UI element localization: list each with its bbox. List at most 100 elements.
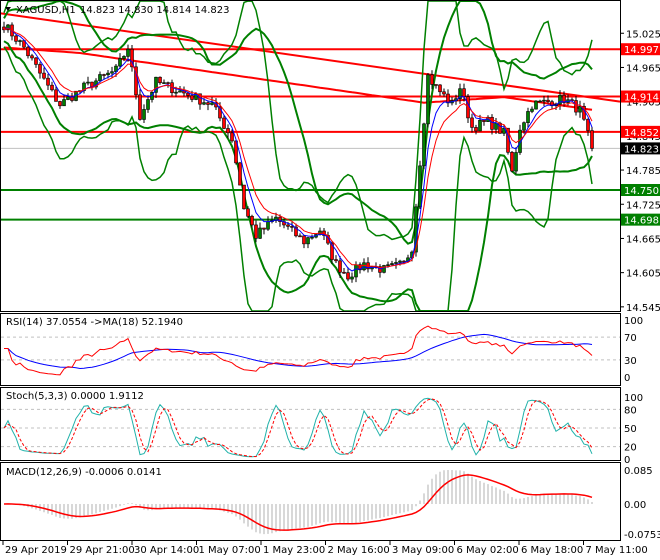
candle-body [338, 260, 342, 273]
candle-body [26, 46, 30, 57]
stoch-tick-label: 50 [624, 424, 637, 435]
candle-body [394, 262, 398, 264]
candle-body [230, 132, 234, 142]
candle-body [434, 84, 438, 86]
candle-body [206, 102, 210, 105]
candle-body [38, 64, 42, 74]
candle-body [242, 184, 246, 210]
candle-body [350, 276, 354, 280]
candle-body [30, 55, 34, 59]
time-tick-label: 1 May 07:00 [199, 545, 261, 556]
candle-body [18, 40, 22, 42]
candle-body [342, 271, 346, 274]
rsi-tick-label: 0 [624, 373, 630, 384]
candle-body [590, 130, 594, 149]
candle-body [542, 99, 546, 102]
candle-body [290, 226, 294, 228]
candle-body [138, 94, 142, 120]
candle-body [166, 82, 170, 84]
candle-body [446, 93, 450, 104]
stoch-tick-label: 0 [624, 455, 630, 466]
candle-body [538, 100, 542, 103]
candle-body [50, 84, 54, 91]
time-tick-label: 30 Apr 14:00 [134, 545, 199, 556]
level-price-label: 14.914 [624, 93, 659, 104]
time-tick-label: 6 May 18:00 [521, 545, 583, 556]
level-price-label: 14.997 [624, 45, 659, 56]
price-tick-label: 14.665 [626, 234, 660, 245]
rsi-ma-line [4, 333, 593, 370]
candle-body [262, 227, 266, 230]
time-tick-label: 2 May 16:00 [328, 545, 390, 556]
candle-body [250, 215, 254, 226]
candle-body [54, 89, 58, 102]
main-panel-border [0, 0, 621, 312]
candle-body [226, 128, 230, 134]
candle-body [174, 91, 178, 94]
candle-body [398, 260, 402, 263]
candle-body [522, 122, 526, 131]
fast-ma-line [3, 27, 593, 272]
candle-body [202, 102, 206, 105]
price-tick-label: 15.025 [626, 29, 660, 40]
trendline [0, 12, 621, 103]
candle-body [142, 109, 146, 120]
candle-body [58, 101, 62, 107]
ohlc-values: 14.823 14.830 14.814 14.823 [80, 5, 230, 16]
candle-body [286, 224, 290, 227]
time-tick-label: 29 Apr 2019 [5, 545, 67, 556]
candle-body [46, 77, 50, 86]
candle-body [310, 236, 314, 239]
candle-body [298, 235, 302, 238]
rsi-label: RSI(14) 37.0554 ->MA(18) 52.1940 [6, 317, 183, 328]
candle-body [86, 81, 90, 84]
time-tick-label: 6 May 02:00 [457, 545, 519, 556]
candle-body [510, 151, 514, 172]
symbol-label: XAGUSD,H1 [16, 5, 76, 16]
candle-body [178, 90, 182, 93]
main-panel [0, 0, 621, 312]
candle-body [482, 119, 486, 122]
candle-body [146, 99, 150, 110]
candle-body [118, 58, 122, 67]
candle-body [106, 72, 110, 76]
macd-label: MACD(12,26,9) -0.0006 0.0141 [6, 467, 162, 478]
candle-body [430, 74, 434, 85]
candle-body [478, 119, 482, 132]
time-tick-label: 1 May 23:00 [263, 545, 325, 556]
price-tick-label: 14.725 [626, 200, 660, 211]
macd-tick-label: -0.0753 [624, 530, 660, 541]
candle-body [390, 263, 394, 266]
candle-body [422, 123, 426, 167]
slow-ma-line [3, 46, 593, 111]
candle-body [426, 74, 430, 125]
candle-body [534, 100, 538, 110]
chart-window: XAGUSD,H1 14.823 14.830 14.814 14.823 RS… [0, 0, 660, 560]
candle-body [334, 259, 338, 262]
candle-body [530, 108, 534, 112]
indicator-panels [1, 325, 620, 535]
candle-body [470, 117, 474, 128]
level-price-label: 14.852 [624, 128, 659, 139]
candle-body [346, 272, 350, 280]
macd-tick-label: 0.00 [624, 500, 646, 511]
candle-body [122, 56, 126, 59]
stoch-tick-label: 20 [624, 443, 637, 454]
candle-body [42, 72, 46, 79]
candle-body [386, 264, 390, 267]
candle-body [514, 152, 518, 172]
chart-canvas[interactable]: XAGUSD,H1 14.823 14.830 14.814 14.823 RS… [0, 0, 660, 560]
candle-body [162, 82, 166, 84]
candle-body [302, 235, 306, 245]
candle-body [222, 117, 226, 129]
candle-body [62, 99, 66, 107]
macd-tick-label: 0.085 [624, 466, 653, 477]
candle-body [362, 262, 366, 271]
time-tick-label: 7 May 11:00 [586, 545, 648, 556]
candle-body [158, 76, 162, 84]
candle-body [210, 102, 214, 105]
stoch-tick-label: 100 [624, 393, 643, 404]
price-tick-label: 14.785 [626, 166, 660, 177]
candle-body [126, 48, 130, 57]
bollinger-upper [3, 0, 593, 245]
